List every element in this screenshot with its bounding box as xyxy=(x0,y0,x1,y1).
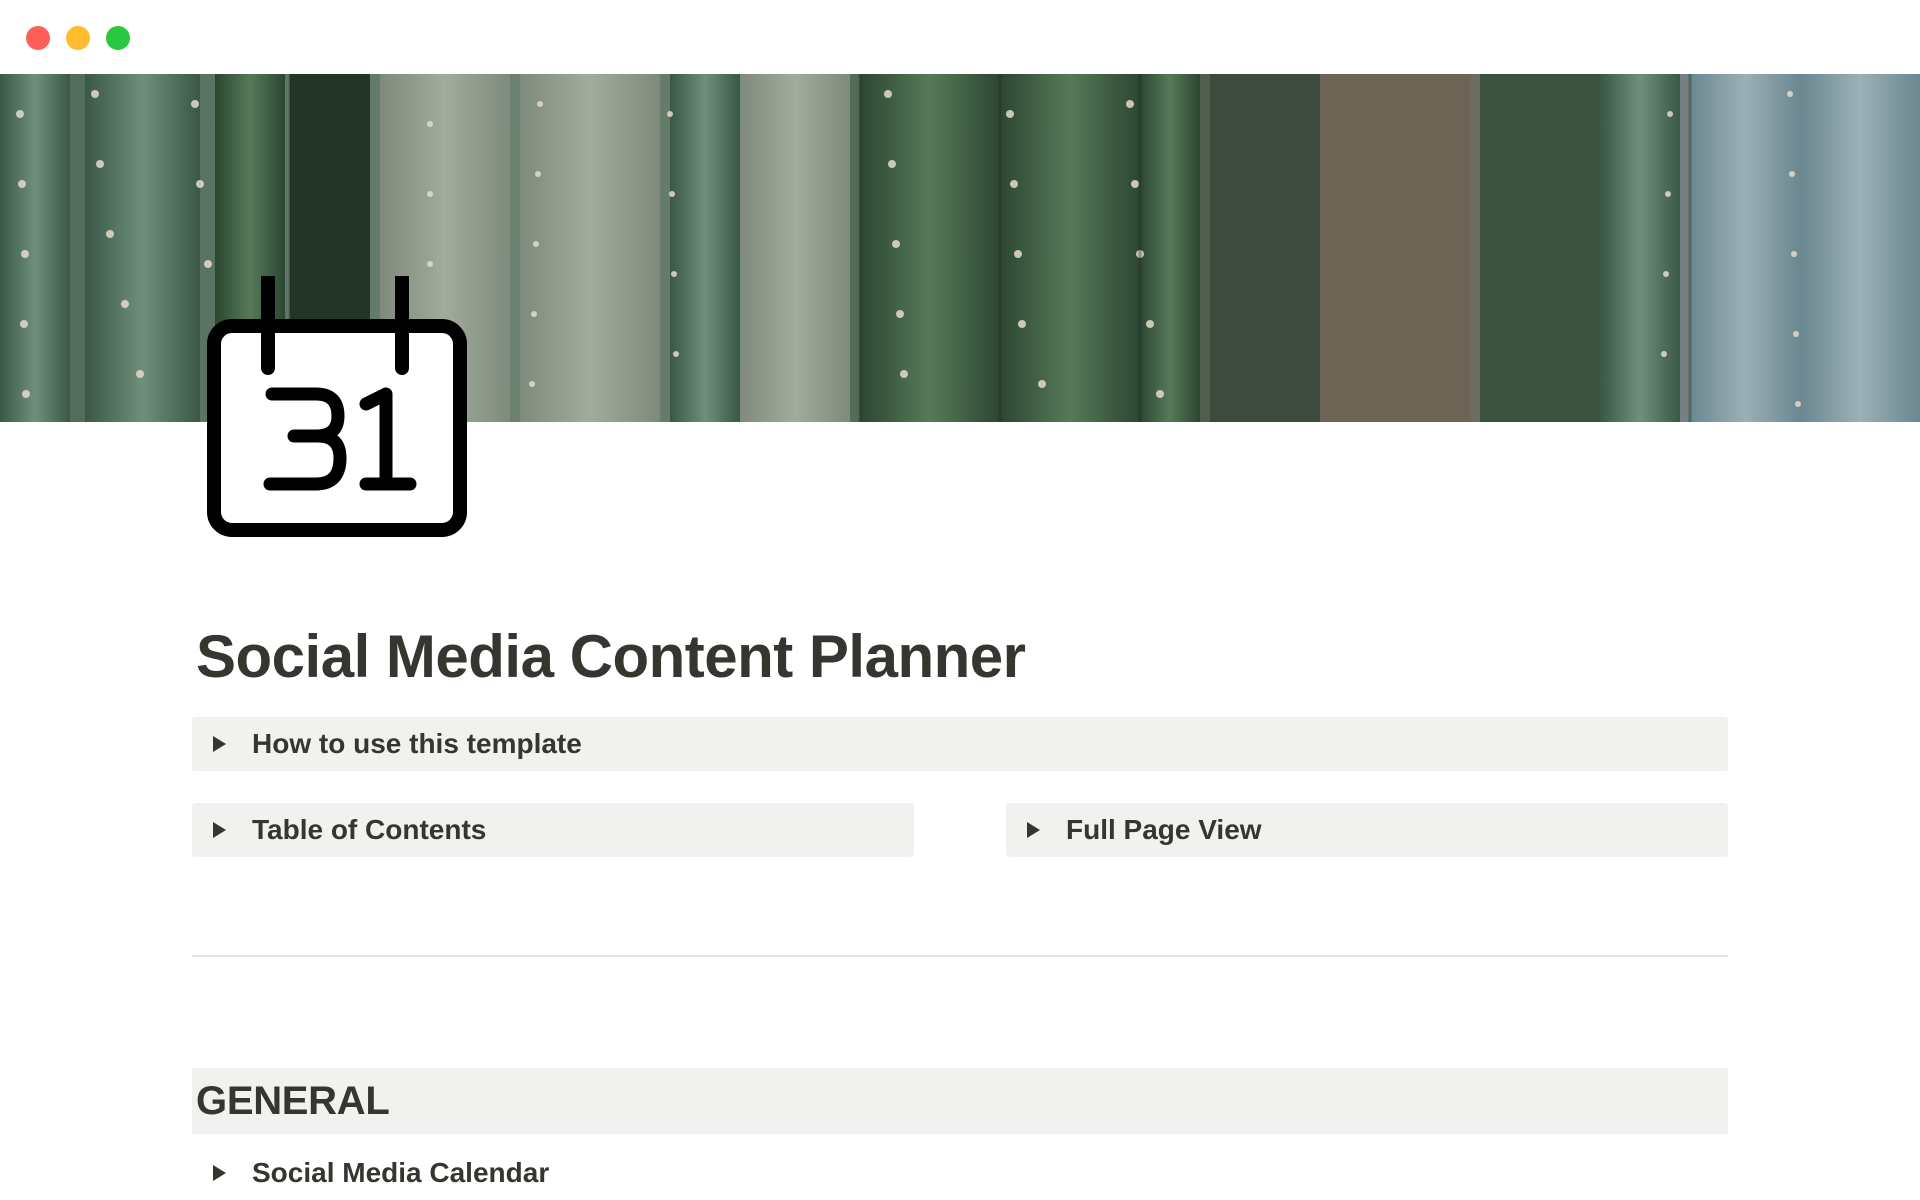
page-title[interactable]: Social Media Content Planner xyxy=(196,622,1026,691)
triangle-right-icon[interactable] xyxy=(210,735,228,753)
toggle-social-media-calendar[interactable]: Social Media Calendar xyxy=(192,1146,1728,1200)
toggle-label: Table of Contents xyxy=(252,814,487,845)
zoom-window-button[interactable] xyxy=(106,26,130,50)
toggle-label: Full Page View xyxy=(1066,814,1262,845)
minimize-window-button[interactable] xyxy=(66,26,90,50)
toggle-how-to-use[interactable]: How to use this template xyxy=(192,717,1728,771)
divider xyxy=(192,955,1728,957)
toggle-label: How to use this template xyxy=(252,728,582,759)
triangle-right-icon[interactable] xyxy=(1024,821,1042,839)
section-heading-general[interactable]: GENERAL xyxy=(192,1068,1728,1134)
calendar-31-icon[interactable] xyxy=(206,269,468,538)
section-heading-label: GENERAL xyxy=(196,1078,390,1123)
toggle-full-page-view[interactable]: Full Page View xyxy=(1006,803,1728,857)
toggle-label: Social Media Calendar xyxy=(252,1157,550,1188)
triangle-right-icon[interactable] xyxy=(210,1164,228,1182)
triangle-right-icon[interactable] xyxy=(210,821,228,839)
title-bar xyxy=(0,0,1920,74)
close-window-button[interactable] xyxy=(26,26,50,50)
app-window: Social Media Content Planner How to use … xyxy=(0,0,1920,1200)
toggle-table-of-contents[interactable]: Table of Contents xyxy=(192,803,914,857)
